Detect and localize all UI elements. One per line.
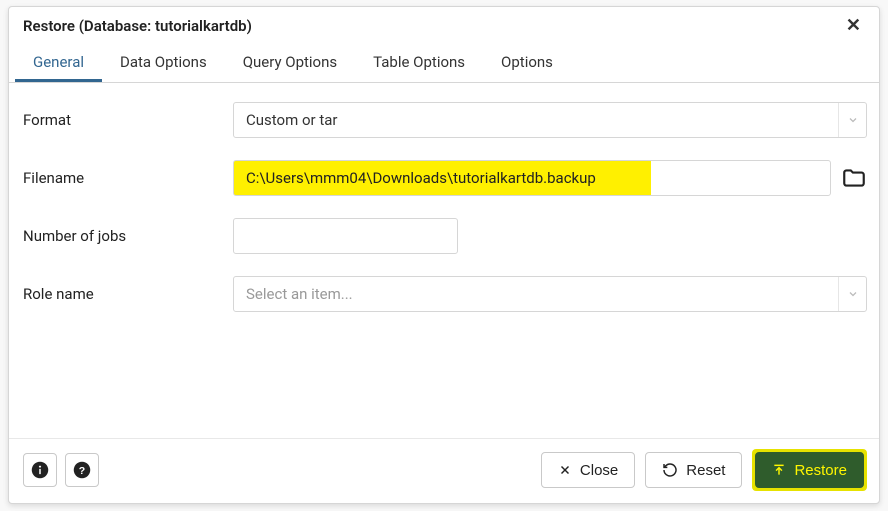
close-label: Close: [580, 462, 618, 479]
tab-query-options[interactable]: Query Options: [225, 43, 355, 82]
folder-icon[interactable]: [841, 165, 867, 191]
tab-general[interactable]: General: [15, 43, 102, 82]
filename-input[interactable]: [233, 160, 831, 196]
label-jobs: Number of jobs: [23, 227, 233, 245]
label-format: Format: [23, 111, 233, 129]
titlebar: Restore (Database: tutorialkartdb) ✕: [9, 7, 879, 43]
tabs: General Data Options Query Options Table…: [9, 43, 879, 83]
restore-highlight: Restore: [752, 449, 867, 491]
info-button[interactable]: [23, 453, 57, 487]
help-icon: ?: [73, 461, 91, 479]
row-format: Format Custom or tar: [23, 91, 867, 149]
restore-label: Restore: [794, 462, 847, 479]
close-icon[interactable]: ✕: [842, 15, 865, 37]
restore-dialog: Restore (Database: tutorialkartdb) ✕ Gen…: [8, 6, 880, 504]
chevron-down-icon: [838, 103, 866, 137]
reset-button[interactable]: Reset: [645, 452, 742, 488]
footer: ? Close Reset: [9, 438, 879, 503]
info-icon: [31, 461, 49, 479]
restore-button[interactable]: Restore: [755, 452, 864, 488]
help-button[interactable]: ?: [65, 453, 99, 487]
tab-table-options[interactable]: Table Options: [355, 43, 483, 82]
form-body: Format Custom or tar Filename: [9, 83, 879, 438]
chevron-down-icon: [838, 277, 866, 311]
format-value: Custom or tar: [246, 111, 337, 129]
reset-label: Reset: [686, 462, 725, 479]
close-button[interactable]: Close: [541, 452, 635, 488]
x-icon: [558, 463, 572, 477]
row-filename: Filename: [23, 149, 867, 207]
role-select[interactable]: Select an item...: [233, 276, 867, 312]
tab-data-options[interactable]: Data Options: [102, 43, 225, 82]
tab-options[interactable]: Options: [483, 43, 571, 82]
label-role: Role name: [23, 285, 233, 303]
format-select[interactable]: Custom or tar: [233, 102, 867, 138]
role-placeholder: Select an item...: [246, 285, 353, 303]
jobs-input[interactable]: [233, 218, 458, 254]
upload-icon: [772, 463, 786, 477]
svg-text:?: ?: [79, 465, 85, 477]
row-role: Role name Select an item...: [23, 265, 867, 323]
dialog-title: Restore (Database: tutorialkartdb): [23, 17, 252, 35]
reset-icon: [662, 462, 678, 478]
label-filename: Filename: [23, 169, 233, 187]
row-jobs: Number of jobs: [23, 207, 867, 265]
